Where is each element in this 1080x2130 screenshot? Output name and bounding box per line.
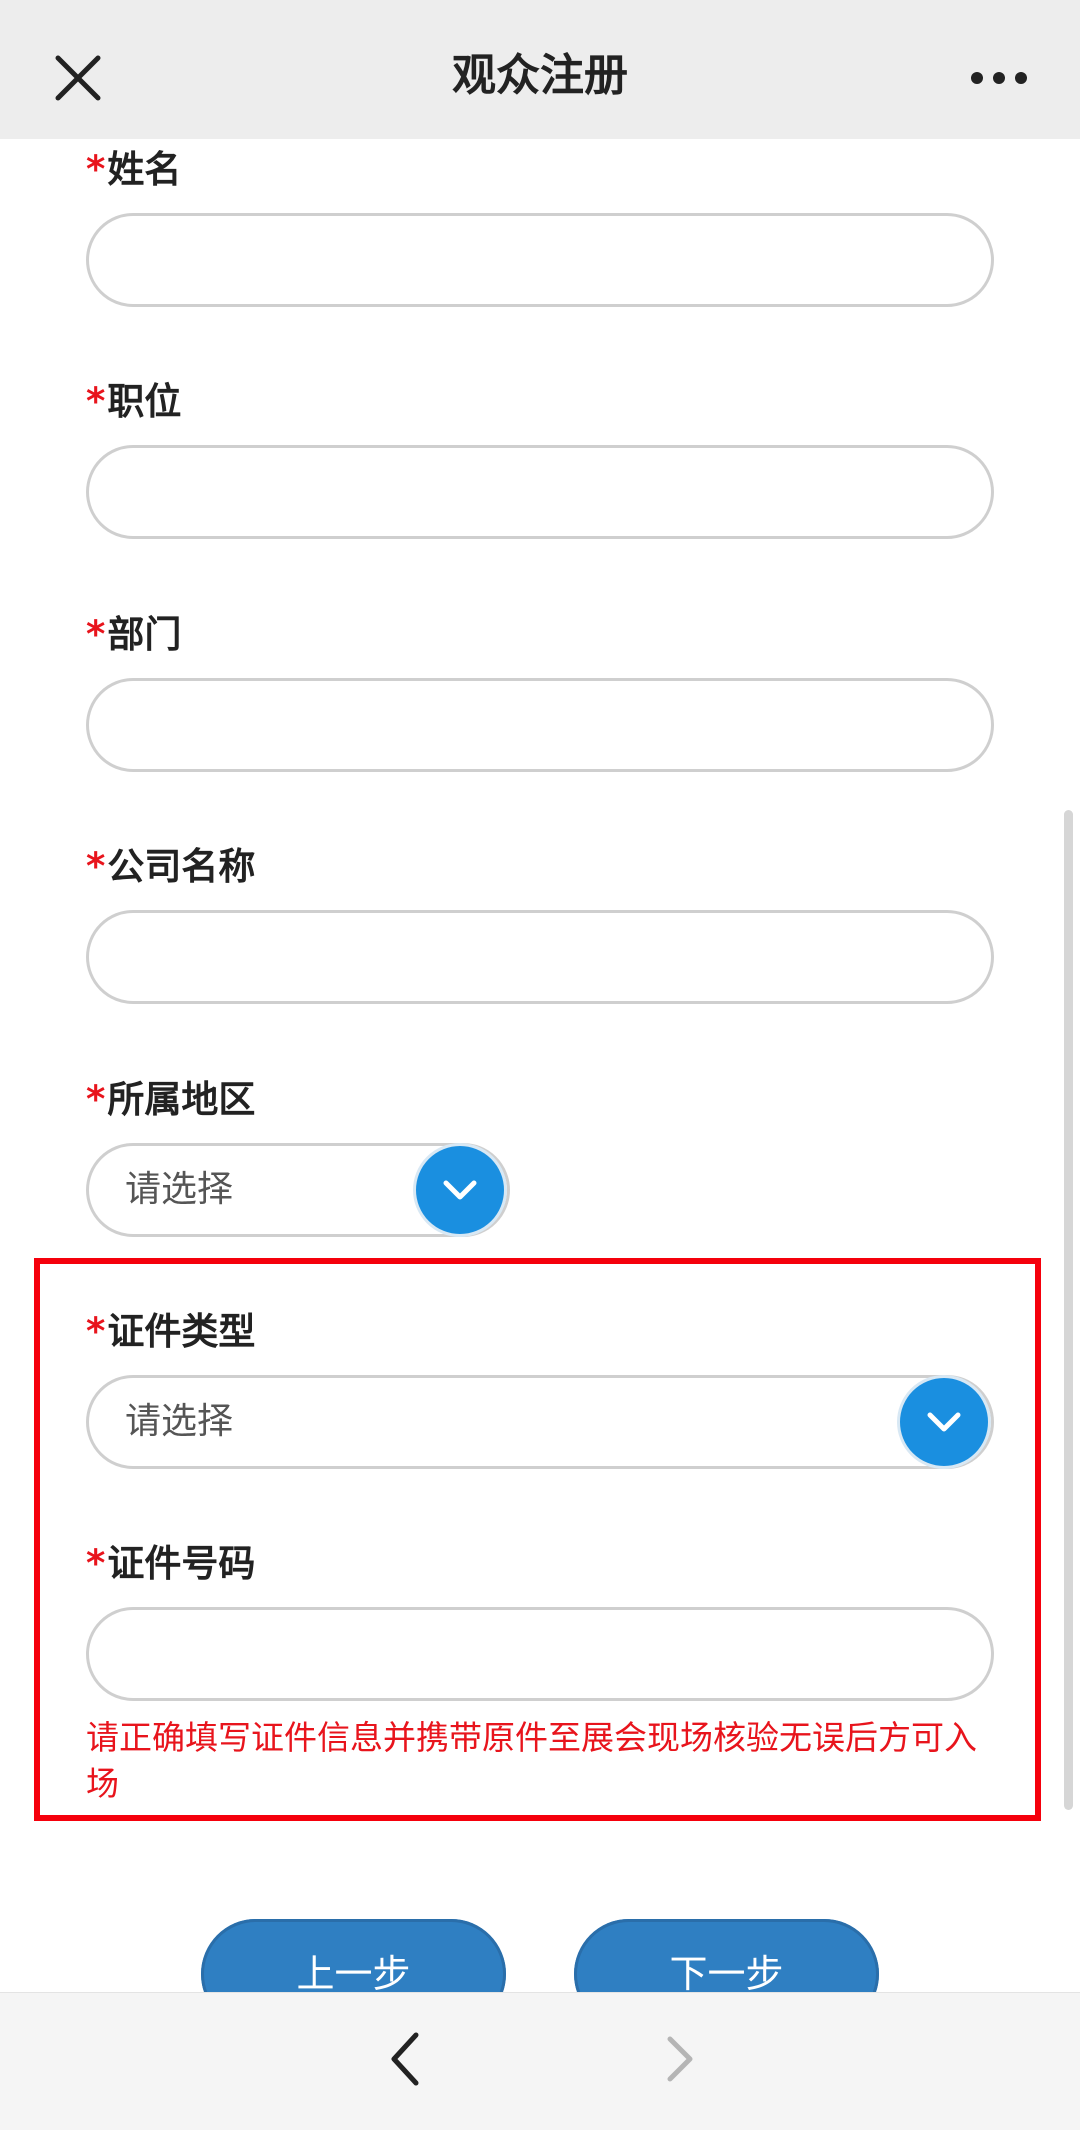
field-label-text: 部门 xyxy=(107,613,182,656)
company-input[interactable] xyxy=(86,910,994,1004)
field-label: *姓名 xyxy=(86,147,994,193)
field-label: *证件类型 xyxy=(86,1309,994,1355)
id-notice-text: 请正确填写证件信息并携带原件至展会现场核验无误后方可入场 xyxy=(86,1718,977,1803)
field-label: *证件号码 xyxy=(86,1541,994,1587)
field-label-text: 证件号码 xyxy=(107,1542,256,1585)
registration-page: 观众注册 *姓名 *职位 *部门 *公司名称 *所属地区 请选择 *证件类型 请… xyxy=(0,0,1080,2130)
id-type-select-value: 请选择 xyxy=(125,1401,234,1442)
field-label-text: 公司名称 xyxy=(107,845,256,888)
chevron-right-icon[interactable] xyxy=(650,2029,710,2089)
required-mark: * xyxy=(86,1542,106,1585)
form-content: *姓名 *职位 *部门 *公司名称 *所属地区 请选择 *证件类型 请选择 *证… xyxy=(0,139,1080,1992)
field-position: *职位 xyxy=(86,379,994,539)
top-nav-bar: 观众注册 xyxy=(0,0,1080,139)
region-select-value: 请选择 xyxy=(125,1169,234,1210)
chevron-down-icon[interactable] xyxy=(897,1375,991,1469)
prev-step-button[interactable]: 上一步 xyxy=(201,1919,506,1992)
chevron-left-icon[interactable] xyxy=(376,2029,436,2089)
region-select[interactable]: 请选择 xyxy=(86,1143,510,1237)
required-mark: * xyxy=(86,148,106,191)
field-label-text: 姓名 xyxy=(107,148,182,191)
field-region: *所属地区 请选择 xyxy=(86,1077,510,1237)
required-mark: * xyxy=(86,1310,106,1353)
field-label: *职位 xyxy=(86,379,994,425)
id-type-select[interactable]: 请选择 xyxy=(86,1375,994,1469)
close-icon[interactable] xyxy=(48,48,108,108)
field-label-text: 所属地区 xyxy=(107,1078,256,1121)
required-mark: * xyxy=(86,380,106,423)
field-id-number: *证件号码 请正确填写证件信息并携带原件至展会现场核验无误后方可入场 xyxy=(86,1541,994,1807)
next-step-button[interactable]: 下一步 xyxy=(574,1919,879,1992)
id-number-input[interactable] xyxy=(86,1607,994,1701)
page-title: 观众注册 xyxy=(452,50,628,101)
field-label: *所属地区 xyxy=(86,1077,510,1123)
department-input[interactable] xyxy=(86,678,994,772)
required-mark: * xyxy=(86,1078,106,1121)
field-label-text: 职位 xyxy=(107,380,182,423)
field-name: *姓名 xyxy=(86,147,994,307)
chevron-down-icon[interactable] xyxy=(413,1143,507,1237)
field-label-text: 证件类型 xyxy=(107,1310,256,1353)
field-department: *部门 xyxy=(86,612,994,772)
field-company: *公司名称 xyxy=(86,844,994,1004)
required-mark: * xyxy=(86,845,106,888)
required-mark: * xyxy=(86,613,106,656)
field-label: *公司名称 xyxy=(86,844,994,890)
name-input[interactable] xyxy=(86,213,994,307)
bottom-nav-bar xyxy=(0,1992,1080,2130)
scrollbar[interactable] xyxy=(1064,810,1073,1810)
position-input[interactable] xyxy=(86,445,994,539)
field-id-type: *证件类型 请选择 xyxy=(86,1309,994,1469)
field-label: *部门 xyxy=(86,612,994,658)
more-icon[interactable] xyxy=(964,58,1034,98)
